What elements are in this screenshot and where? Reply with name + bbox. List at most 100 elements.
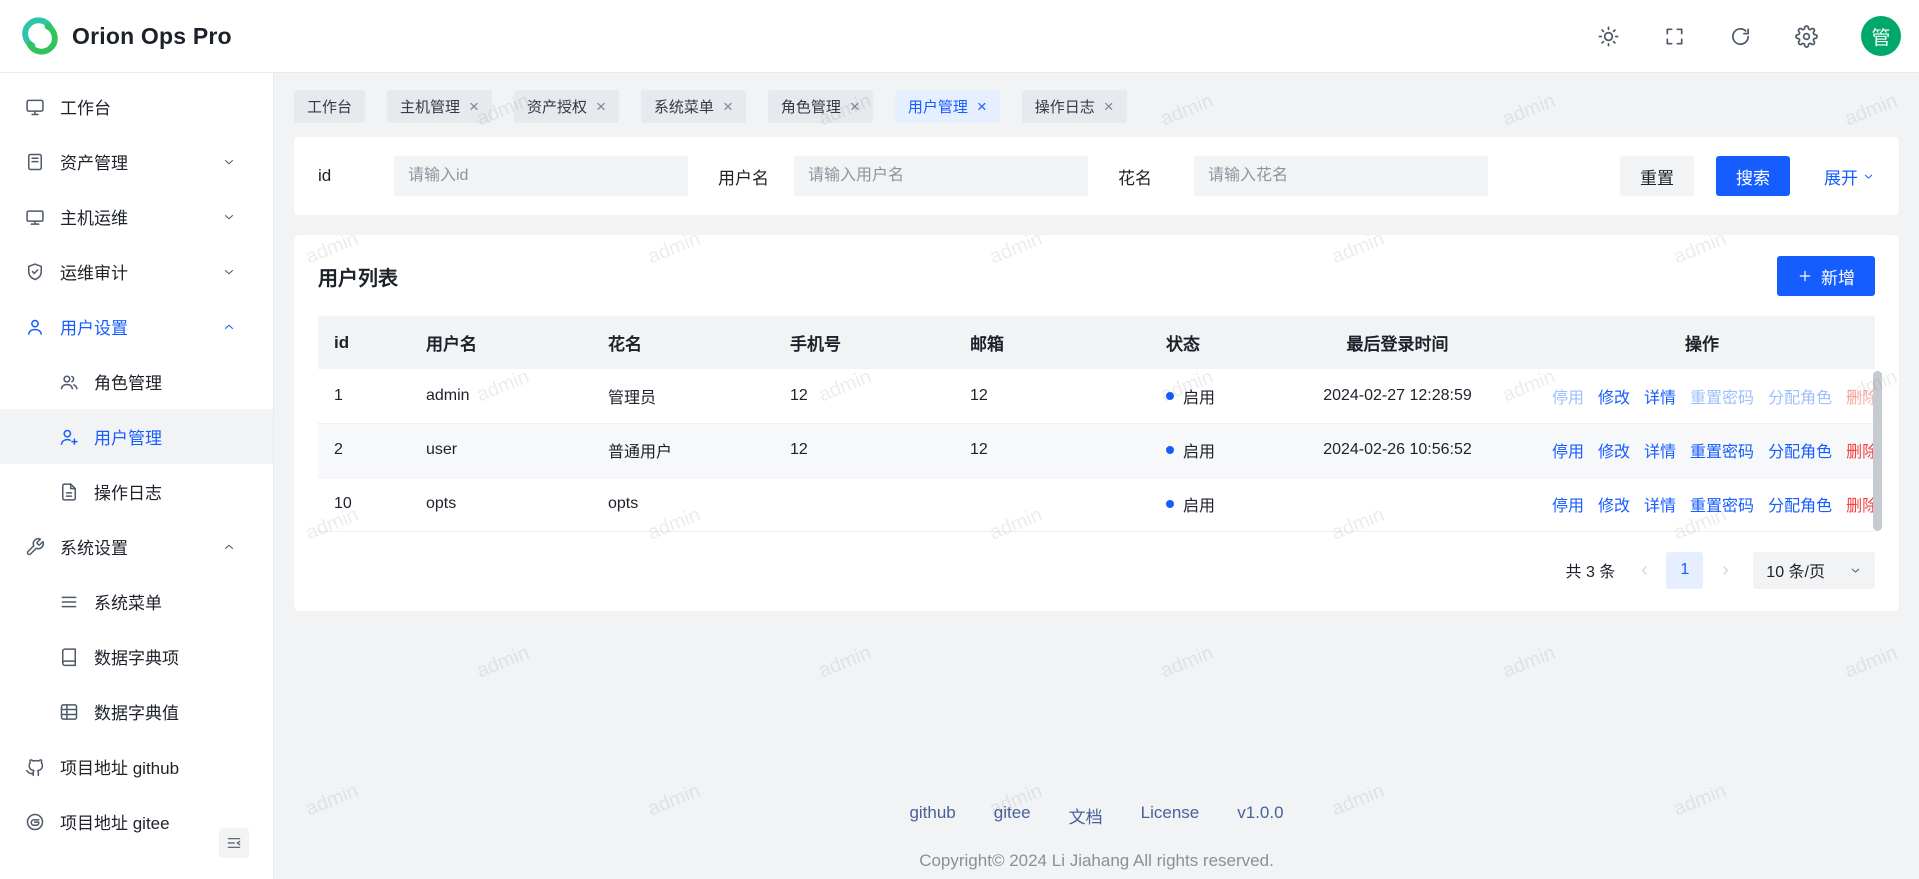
action-link[interactable]: 删除 (1846, 438, 1875, 462)
column-header: 状态 (1150, 316, 1266, 369)
tab[interactable]: 用户管理 × (895, 90, 1000, 123)
chevron-left-icon[interactable] (1633, 559, 1655, 581)
user-table: id用户名花名手机号邮箱状态最后登录时间操作 1admin管理员1212启用20… (318, 316, 1875, 532)
sidebar-item[interactable]: 运维审计 (0, 244, 273, 299)
sidebar-item[interactable]: 系统菜单 (0, 574, 273, 629)
column-header: 最后登录时间 (1266, 316, 1529, 369)
sidebar-item[interactable]: 用户管理 (0, 409, 273, 464)
search-input[interactable] (794, 156, 1088, 196)
cell-status: 启用 (1150, 423, 1266, 477)
sidebar-item[interactable]: 主机运维 (0, 189, 273, 244)
search-input[interactable] (1194, 156, 1488, 196)
action-link[interactable]: 删除 (1846, 492, 1875, 516)
tab[interactable]: 角色管理× (768, 90, 873, 123)
asset-icon (25, 152, 45, 172)
sidebar-item[interactable]: 数据字典值 (0, 684, 273, 739)
search-input[interactable] (394, 156, 688, 196)
pagination-total: 共 3 条 (1566, 558, 1616, 582)
chevron-up-icon (222, 320, 236, 334)
collapse-sidebar-button[interactable] (219, 828, 249, 858)
action-link[interactable]: 停用 (1552, 384, 1584, 408)
sidebar-item[interactable]: 系统设置 (0, 519, 273, 574)
action-link[interactable]: 删除 (1846, 384, 1875, 408)
cell-actions: 停用修改详情重置密码分配角色删除 (1529, 369, 1875, 423)
close-icon[interactable]: × (1104, 98, 1114, 115)
cell-username: admin (410, 369, 592, 423)
chevron-up-icon (222, 540, 236, 554)
action-link[interactable]: 重置密码 (1690, 384, 1754, 408)
tab[interactable]: 资产授权× (514, 90, 619, 123)
field-label: 花名 (1118, 164, 1194, 189)
status-label: 启用 (1183, 438, 1215, 462)
action-link[interactable]: 分配角色 (1768, 492, 1832, 516)
sidebar-item[interactable]: 角色管理 (0, 354, 273, 409)
user-list-card: 用户列表 新增 id用户名花名手机号邮箱状态最后登录时间操作 1admin管理员… (294, 235, 1899, 611)
action-link[interactable]: 分配角色 (1768, 384, 1832, 408)
cell-mobile: 12 (774, 369, 954, 423)
sidebar-item[interactable]: 项目地址 github (0, 739, 273, 794)
page-size-select[interactable]: 10 条/页 (1753, 552, 1875, 589)
close-icon[interactable]: × (977, 98, 987, 115)
settings-gear-icon[interactable] (1795, 25, 1818, 48)
reset-button[interactable]: 重置 (1620, 156, 1694, 196)
sidebar-item-label: 系统设置 (60, 534, 128, 559)
table-row: 1admin管理员1212启用2024-02-27 12:28:59停用修改详情… (318, 369, 1875, 423)
action-link[interactable]: 详情 (1644, 492, 1676, 516)
cell-email: 12 (954, 369, 1150, 423)
pagination-current-page[interactable]: 1 (1666, 552, 1703, 589)
fullscreen-icon[interactable] (1663, 25, 1686, 48)
add-user-button[interactable]: 新增 (1777, 256, 1875, 296)
cell-mobile: 12 (774, 423, 954, 477)
action-link[interactable]: 重置密码 (1690, 492, 1754, 516)
sidebar-item[interactable]: 工作台 (0, 79, 273, 134)
action-link[interactable]: 修改 (1598, 438, 1630, 462)
status-dot-icon (1166, 500, 1174, 508)
sidebar-item[interactable]: 资产管理 (0, 134, 273, 189)
user-avatar[interactable]: 管 (1861, 16, 1901, 56)
sidebar-menu: 工作台资产管理主机运维运维审计用户设置角色管理用户管理操作日志系统设置系统菜单数… (0, 79, 273, 849)
sidebar-item-label: 项目地址 github (60, 754, 179, 779)
search-button[interactable]: 搜索 (1716, 156, 1790, 196)
action-link[interactable]: 修改 (1598, 492, 1630, 516)
column-header: 手机号 (774, 316, 954, 369)
action-link[interactable]: 分配角色 (1768, 438, 1832, 462)
action-link[interactable]: 修改 (1598, 384, 1630, 408)
action-link[interactable]: 重置密码 (1690, 438, 1754, 462)
sidebar-item[interactable]: 数据字典项 (0, 629, 273, 684)
cell-email (954, 477, 1150, 531)
tab[interactable]: 主机管理× (387, 90, 492, 123)
sidebar-item[interactable]: 操作日志 (0, 464, 273, 519)
tab-label: 用户管理 (908, 96, 968, 117)
cell-actions: 停用修改详情重置密码分配角色删除 (1529, 423, 1875, 477)
close-icon[interactable]: × (723, 98, 733, 115)
footer-link[interactable]: github (909, 803, 955, 828)
close-icon[interactable]: × (850, 98, 860, 115)
footer-link[interactable]: v1.0.0 (1237, 803, 1283, 828)
footer-link[interactable]: 文档 (1069, 803, 1103, 828)
workbench-icon (25, 97, 45, 117)
brightness-icon[interactable] (1597, 25, 1620, 48)
footer-link[interactable]: gitee (994, 803, 1031, 828)
cell-username: user (410, 423, 592, 477)
action-link[interactable]: 停用 (1552, 492, 1584, 516)
action-link[interactable]: 停用 (1552, 438, 1584, 462)
refresh-icon[interactable] (1729, 25, 1752, 48)
close-icon[interactable]: × (596, 98, 606, 115)
chevron-right-icon[interactable] (1714, 559, 1736, 581)
tab[interactable]: 系统菜单× (641, 90, 746, 123)
sidebar-item-label: 角色管理 (94, 369, 162, 394)
table-scrollbar[interactable] (1873, 371, 1882, 531)
close-icon[interactable]: × (469, 98, 479, 115)
user-add-icon (59, 427, 79, 447)
expand-toggle[interactable]: 展开 (1824, 164, 1875, 189)
sidebar-item-label: 运维审计 (60, 259, 128, 284)
footer-link[interactable]: License (1141, 803, 1200, 828)
tab[interactable]: 工作台 (294, 90, 365, 123)
tool-icon (25, 537, 45, 557)
action-link[interactable]: 详情 (1644, 438, 1676, 462)
tab[interactable]: 操作日志× (1022, 90, 1127, 123)
sidebar-item[interactable]: 用户设置 (0, 299, 273, 354)
app-header: Orion Ops Pro 管 (0, 0, 1919, 73)
action-link[interactable]: 详情 (1644, 384, 1676, 408)
search-form: id用户名花名重置搜索展开 (294, 137, 1899, 215)
